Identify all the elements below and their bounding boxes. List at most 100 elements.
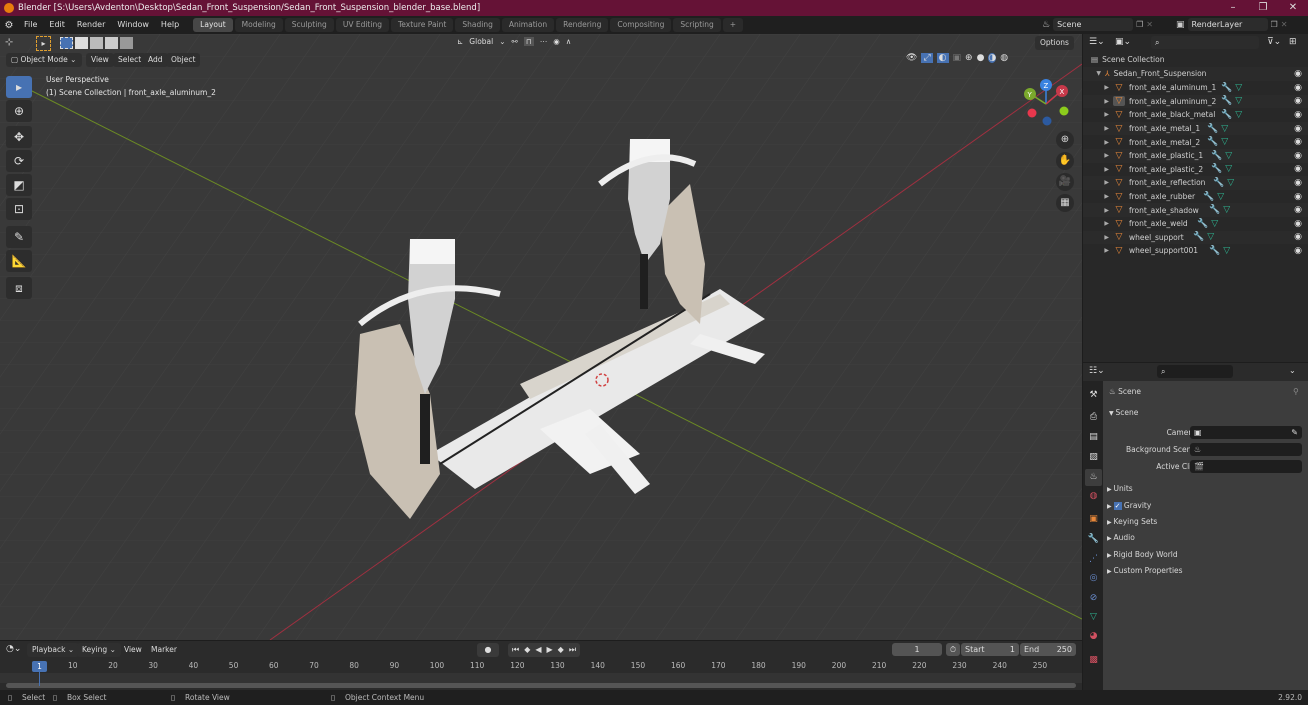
subpanel-units[interactable]: ▶ Units — [1107, 484, 1133, 493]
transform-orientation-dropdown[interactable]: Global — [469, 37, 493, 46]
zoom-view-button[interactable]: ⊕ — [1056, 131, 1074, 149]
modifier-wrench-icon[interactable]: 🔧 — [1221, 96, 1232, 106]
gizmo-neg-z[interactable] — [1042, 116, 1052, 126]
outliner-item[interactable]: ▶ ▽ front_axle_plastic_1 🔧 ▽ ◉ — [1083, 149, 1308, 163]
modifier-wrench-icon[interactable]: 🔧 — [1203, 192, 1214, 202]
menu-marker[interactable]: Marker — [146, 643, 182, 657]
timeline-scrollbar[interactable] — [6, 683, 1076, 688]
eye-icon[interactable]: ◉ — [1294, 69, 1302, 79]
outliner-scene-collection[interactable]: ▤ Scene Collection — [1083, 53, 1308, 67]
eye-icon[interactable]: ◉ — [1294, 246, 1302, 256]
outliner-item[interactable]: ▶ ▽ front_axle_rubber 🔧 ▽ ◉ — [1083, 190, 1308, 204]
menu-select[interactable]: Select — [113, 53, 147, 67]
display-mode-icon[interactable]: ▣⌄ — [1115, 37, 1131, 47]
options-dropdown[interactable]: Options — [1035, 36, 1074, 50]
new-layer-icon[interactable]: ❐ — [1271, 20, 1278, 29]
outliner-item[interactable]: ▶ ▽ front_axle_plastic_2 🔧 ▽ ◉ — [1083, 163, 1308, 177]
falloff-icon[interactable]: ∧ — [566, 37, 572, 46]
shading-wireframe-icon[interactable]: ⊕ — [965, 53, 973, 63]
scene-icon[interactable]: ♨ — [1042, 20, 1050, 30]
mesh-data-icon[interactable]: ▽ — [1225, 151, 1232, 161]
tab-render[interactable]: ⎙ — [1085, 409, 1102, 426]
blender-menu-icon[interactable]: ⚙ — [0, 20, 18, 31]
tool-scale[interactable]: ◩ — [6, 174, 32, 196]
shading-rendered-icon[interactable]: ◍ — [1000, 53, 1008, 63]
menu-window[interactable]: Window — [111, 16, 155, 34]
outliner-item[interactable]: ▶ ▽ front_axle_black_metal 🔧 ▽ ◉ — [1083, 108, 1308, 122]
tab-compositing[interactable]: Compositing — [610, 18, 672, 32]
outliner-search-input[interactable]: ⌕ — [1151, 36, 1259, 49]
delete-layer-icon[interactable]: ✕ — [1281, 20, 1288, 29]
frame-ruler[interactable]: 10 20 30 40 50 60 70 80 90 100 110 120 130 140 150 160 1… — [0, 659, 1082, 673]
outliner-item[interactable]: ▶ ▽ front_axle_shadow 🔧 ▽ ◉ — [1083, 203, 1308, 217]
tab-sculpting[interactable]: Sculpting — [284, 18, 334, 32]
menu-view[interactable]: View — [86, 53, 114, 67]
snap-target-icon[interactable]: ⋯ — [540, 37, 548, 46]
subpanel-keying-sets[interactable]: ▶ Keying Sets — [1107, 517, 1157, 526]
menu-playback[interactable]: Playback ⌄ — [27, 643, 80, 657]
select-new-icon[interactable] — [60, 37, 73, 49]
menu-file[interactable]: File — [18, 16, 43, 34]
eye-icon[interactable]: ◉ — [1294, 96, 1302, 106]
menu-keying[interactable]: Keying ⌄ — [77, 643, 121, 657]
expand-right-icon[interactable]: ▶ — [1083, 193, 1113, 200]
expand-right-icon[interactable]: ▶ — [1083, 166, 1113, 173]
pivot-point-icon[interactable]: ⚯ — [512, 37, 518, 46]
mesh-data-icon[interactable]: ▽ — [1235, 83, 1242, 93]
expand-right-icon[interactable]: ▶ — [1083, 125, 1113, 132]
expand-right-icon[interactable]: ▶ — [1083, 247, 1113, 254]
tab-material[interactable]: ◕ — [1085, 628, 1102, 645]
modifier-wrench-icon[interactable]: 🔧 — [1211, 151, 1222, 161]
outliner-item[interactable]: ▶ ▽ front_axle_aluminum_2 🔧 ▽ ◉ — [1083, 94, 1308, 109]
menu-edit[interactable]: Edit — [43, 16, 71, 34]
expand-right-icon[interactable]: ▶ — [1083, 111, 1113, 118]
mesh-data-icon[interactable]: ▽ — [1227, 178, 1234, 188]
visibility-icon[interactable]: 👁 — [906, 53, 917, 63]
perspective-toggle-button[interactable]: ▦ — [1056, 194, 1074, 212]
xray-toggle-icon[interactable]: ▣ — [953, 53, 962, 63]
select-extend-icon[interactable] — [75, 37, 88, 49]
tab-view-layer[interactable]: ▨ — [1085, 449, 1102, 466]
modifier-wrench-icon[interactable]: 🔧 — [1193, 232, 1204, 242]
expand-right-icon[interactable]: ▶ — [1083, 207, 1113, 214]
tab-modeling[interactable]: Modeling — [234, 18, 283, 32]
tab-texture-paint[interactable]: Texture Paint — [390, 18, 454, 32]
modifier-wrench-icon[interactable]: 🔧 — [1207, 137, 1218, 147]
timeline-type-icon[interactable]: ◔⌄ — [6, 644, 21, 654]
expand-right-icon[interactable]: ▶ — [1083, 220, 1113, 227]
tab-data[interactable]: ▽ — [1085, 609, 1102, 626]
minimize-button[interactable]: – — [1218, 0, 1248, 16]
outliner-item[interactable]: ▶ ▽ front_axle_aluminum_1 🔧 ▽ ◉ — [1083, 81, 1308, 95]
tab-scene[interactable]: ♨ — [1085, 469, 1102, 486]
close-button[interactable]: ✕ — [1278, 0, 1308, 16]
menu-add[interactable]: Add — [143, 53, 168, 67]
mesh-data-icon[interactable]: ▽ — [1223, 246, 1230, 256]
outliner-type-icon[interactable]: ☰⌄ — [1089, 37, 1105, 47]
outliner-item[interactable]: ▶ ▽ front_axle_metal_1 🔧 ▽ ◉ — [1083, 121, 1308, 136]
menu-view[interactable]: View — [119, 643, 147, 657]
tab-constraints[interactable]: ⊘ — [1085, 590, 1102, 607]
tab-texture[interactable]: ▩ — [1085, 652, 1102, 669]
properties-search-input[interactable]: ⌕ — [1157, 365, 1233, 378]
render-layer-selector[interactable]: RenderLayer — [1187, 18, 1268, 31]
outliner-collection[interactable]: ▼ ⅄ Sedan_Front_Suspension ◉ — [1083, 67, 1308, 81]
tool-measure[interactable]: 📐 — [6, 250, 32, 272]
select-subtract-icon[interactable] — [90, 37, 103, 49]
outliner-item[interactable]: ▶ ▽ front_axle_weld 🔧 ▽ ◉ — [1083, 217, 1308, 231]
jump-end-icon[interactable]: ⏭ — [569, 643, 576, 657]
jump-start-icon[interactable]: ⏮ — [512, 643, 519, 657]
modifier-wrench-icon[interactable]: 🔧 — [1207, 124, 1218, 134]
outliner-item[interactable]: ▶ ▽ front_axle_metal_2 🔧 ▽ ◉ — [1083, 135, 1308, 149]
mesh-data-icon[interactable]: ▽ — [1223, 205, 1230, 215]
tab-object[interactable]: ▣ — [1085, 511, 1102, 528]
select-intersect-icon[interactable] — [105, 37, 118, 49]
tab-world[interactable]: ◍ — [1085, 488, 1102, 505]
pin-icon[interactable]: ⚲ — [1293, 387, 1299, 396]
menu-help[interactable]: Help — [155, 16, 185, 34]
select-tool-icon[interactable]: ▸ — [36, 36, 51, 51]
mesh-data-icon[interactable]: ▽ — [1225, 164, 1232, 174]
shading-solid-icon[interactable]: ● — [977, 53, 985, 63]
eye-icon[interactable]: ◉ — [1294, 178, 1302, 188]
delete-scene-icon[interactable]: ✕ — [1146, 20, 1153, 29]
mesh-data-icon[interactable]: ▽ — [1221, 124, 1228, 134]
